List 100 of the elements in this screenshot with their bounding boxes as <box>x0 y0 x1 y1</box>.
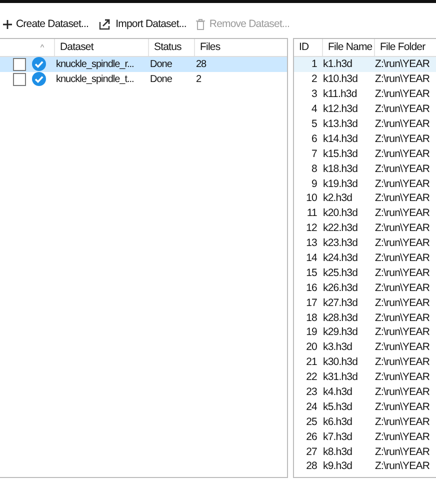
table-cell-text: Z:\run\YEAR <box>374 386 431 398</box>
table-cell-text: Z:\run\YEAR <box>374 58 431 70</box>
table-cell-text: Done <box>149 74 173 85</box>
table-cell-text: 6 <box>310 132 318 145</box>
table-cell-text: Z:\run\YEAR <box>374 371 431 384</box>
table-cell-text: Z:\run\YEAR <box>374 400 431 413</box>
file-row[interactable]: 22 k31.h3d Z:\run\YEAR <box>294 370 436 385</box>
file-row[interactable]: 4 k12.h3d Z:\run\YEAR <box>294 102 436 117</box>
table-cell-text: k6.h3d <box>322 416 354 428</box>
table-cell-text: 9 <box>310 178 318 190</box>
file-row[interactable]: 10 k2.h3d Z:\run\YEAR <box>294 191 436 206</box>
file-row[interactable]: 3 k11.h3d Z:\run\YEAR <box>294 86 436 102</box>
file-row[interactable]: 5 k13.h3d Z:\run\YEAR <box>294 116 436 132</box>
table-cell-text: k24.h3d <box>322 252 359 264</box>
column-header[interactable]: Status <box>148 39 194 56</box>
file-row[interactable]: 20 k3.h3d Z:\run\YEAR <box>294 340 436 355</box>
table-cell-text: Z:\run\YEAR <box>374 282 431 294</box>
table-cell-text: Z:\run\YEAR <box>374 148 431 160</box>
table-cell-text: k19.h3d <box>322 178 359 190</box>
file-row[interactable]: 21 k30.h3d Z:\run\YEAR <box>294 354 436 370</box>
table-cell-text: Z:\run\YEAR <box>374 460 431 472</box>
file-row[interactable]: 19 k29.h3d Z:\run\YEAR <box>294 325 436 340</box>
file-row[interactable]: 6 k14.h3d Z:\run\YEAR <box>294 131 436 146</box>
file-row[interactable]: 13 k23.h3d Z:\run\YEAR <box>294 236 436 251</box>
dataset-row[interactable]: knuckle_spindle_t... Done 2 <box>0 72 287 87</box>
table-cell-text: Z:\run\YEAR <box>374 73 431 86</box>
file-row[interactable]: 16 k26.h3d Z:\run\YEAR <box>294 280 436 296</box>
table-cell-text: k12.h3d <box>322 103 359 116</box>
table-cell-text: k7.h3d <box>322 430 354 443</box>
table-cell-text: Z:\run\YEAR <box>374 192 431 204</box>
table-cell-text: k15.h3d <box>322 148 359 160</box>
table-cell-text: k28.h3d <box>322 312 359 324</box>
file-row[interactable]: 17 k27.h3d Z:\run\YEAR <box>294 295 436 310</box>
table-cell-text: Z:\run\YEAR <box>374 88 431 100</box>
column-header[interactable]: ID <box>294 39 322 56</box>
sort-indicator[interactable]: ^ <box>30 43 54 52</box>
table-cell-text: k27.h3d <box>322 296 359 309</box>
table-cell-text: Z:\run\YEAR <box>374 118 431 130</box>
file-row[interactable]: 28 k9.h3d Z:\run\YEAR <box>294 459 436 474</box>
table-cell-text: Z:\run\YEAR <box>374 132 431 145</box>
table-cell-text: 27 <box>305 446 318 458</box>
table-cell-text: Z:\run\YEAR <box>374 416 431 428</box>
file-row[interactable]: 24 k5.h3d Z:\run\YEAR <box>294 399 436 414</box>
table-cell-text: 8 <box>310 162 318 175</box>
table-cell-text: Z:\run\YEAR <box>374 430 431 443</box>
toolbar-button[interactable]: Create Dataset... <box>2 18 90 30</box>
file-row[interactable]: 8 k18.h3d Z:\run\YEAR <box>294 161 436 176</box>
table-cell-text: k4.h3d <box>322 386 354 398</box>
table-cell-text: k22.h3d <box>322 222 359 234</box>
table-cell-text: k11.h3d <box>322 88 358 100</box>
table-cell-text: 28 <box>305 460 318 472</box>
file-row[interactable]: 25 k6.h3d Z:\run\YEAR <box>294 414 436 430</box>
table-cell-text: Z:\run\YEAR <box>374 207 431 220</box>
file-row[interactable]: 12 k22.h3d Z:\run\YEAR <box>294 220 436 236</box>
checkbox[interactable] <box>13 72 26 86</box>
file-row[interactable]: 11 k20.h3d Z:\run\YEAR <box>294 206 436 221</box>
table-cell-text: k9.h3d <box>322 460 354 472</box>
file-row[interactable]: 26 k7.h3d Z:\run\YEAR <box>294 429 436 444</box>
table-cell-text: 22 <box>305 371 318 384</box>
file-row[interactable]: 1 k1.h3d Z:\run\YEAR <box>294 57 436 72</box>
file-row[interactable]: 23 k4.h3d Z:\run\YEAR <box>294 384 436 400</box>
table-cell-text: knuckle_spindle_r... <box>55 58 135 70</box>
file-row[interactable]: 14 k24.h3d Z:\run\YEAR <box>294 250 436 266</box>
table-cell-text: k20.h3d <box>322 207 359 220</box>
table-cell-text: Z:\run\YEAR <box>374 266 431 279</box>
table-cell-text: Z:\run\YEAR <box>374 296 431 309</box>
file-row[interactable]: 7 k15.h3d Z:\run\YEAR <box>294 146 436 162</box>
toolbar-button[interactable]: Import Dataset... <box>98 18 188 30</box>
table-cell-text: k25.h3d <box>322 266 359 279</box>
table-cell-text: 11 <box>306 207 318 220</box>
file-row[interactable]: 15 k25.h3d Z:\run\YEAR <box>294 265 436 280</box>
column-header[interactable]: Dataset <box>54 39 148 56</box>
table-cell-text: Z:\run\YEAR <box>374 446 431 458</box>
checkbox[interactable] <box>13 58 26 71</box>
table-cell-text: 12 <box>305 222 318 234</box>
table-cell-text: 4 <box>310 103 318 116</box>
table-cell-text: knuckle_spindle_t... <box>55 74 135 85</box>
column-header[interactable]: File Folder <box>374 39 436 56</box>
column-header[interactable]: Files <box>194 39 287 56</box>
dataset-row[interactable]: knuckle_spindle_r... Done 28 <box>0 57 287 72</box>
import-icon <box>98 18 112 30</box>
table-cell-text: Z:\run\YEAR <box>374 237 431 250</box>
table-cell-text: Z:\run\YEAR <box>374 341 431 354</box>
table-cell-text: k31.h3d <box>322 371 359 384</box>
table-cell-text: 10 <box>305 192 318 204</box>
file-row[interactable]: 9 k19.h3d Z:\run\YEAR <box>294 176 436 192</box>
table-cell-text: 26 <box>305 430 318 443</box>
file-row[interactable]: 2 k10.h3d Z:\run\YEAR <box>294 72 436 87</box>
plus-icon <box>3 20 12 28</box>
table-cell-text: k8.h3d <box>322 446 354 458</box>
table-cell-text: 5 <box>310 118 318 130</box>
table-cell-text: Z:\run\YEAR <box>374 103 431 116</box>
table-cell-text: 19 <box>305 326 318 338</box>
table-cell-text: 14 <box>305 252 318 264</box>
file-row[interactable]: 27 k8.h3d Z:\run\YEAR <box>294 444 436 460</box>
column-header[interactable]: File Name <box>322 39 374 56</box>
file-row[interactable]: 18 k28.h3d Z:\run\YEAR <box>294 310 436 326</box>
table-cell-text: k14.h3d <box>322 132 359 145</box>
table-cell-text: Z:\run\YEAR <box>374 356 431 368</box>
table-cell-text: 25 <box>305 416 318 428</box>
